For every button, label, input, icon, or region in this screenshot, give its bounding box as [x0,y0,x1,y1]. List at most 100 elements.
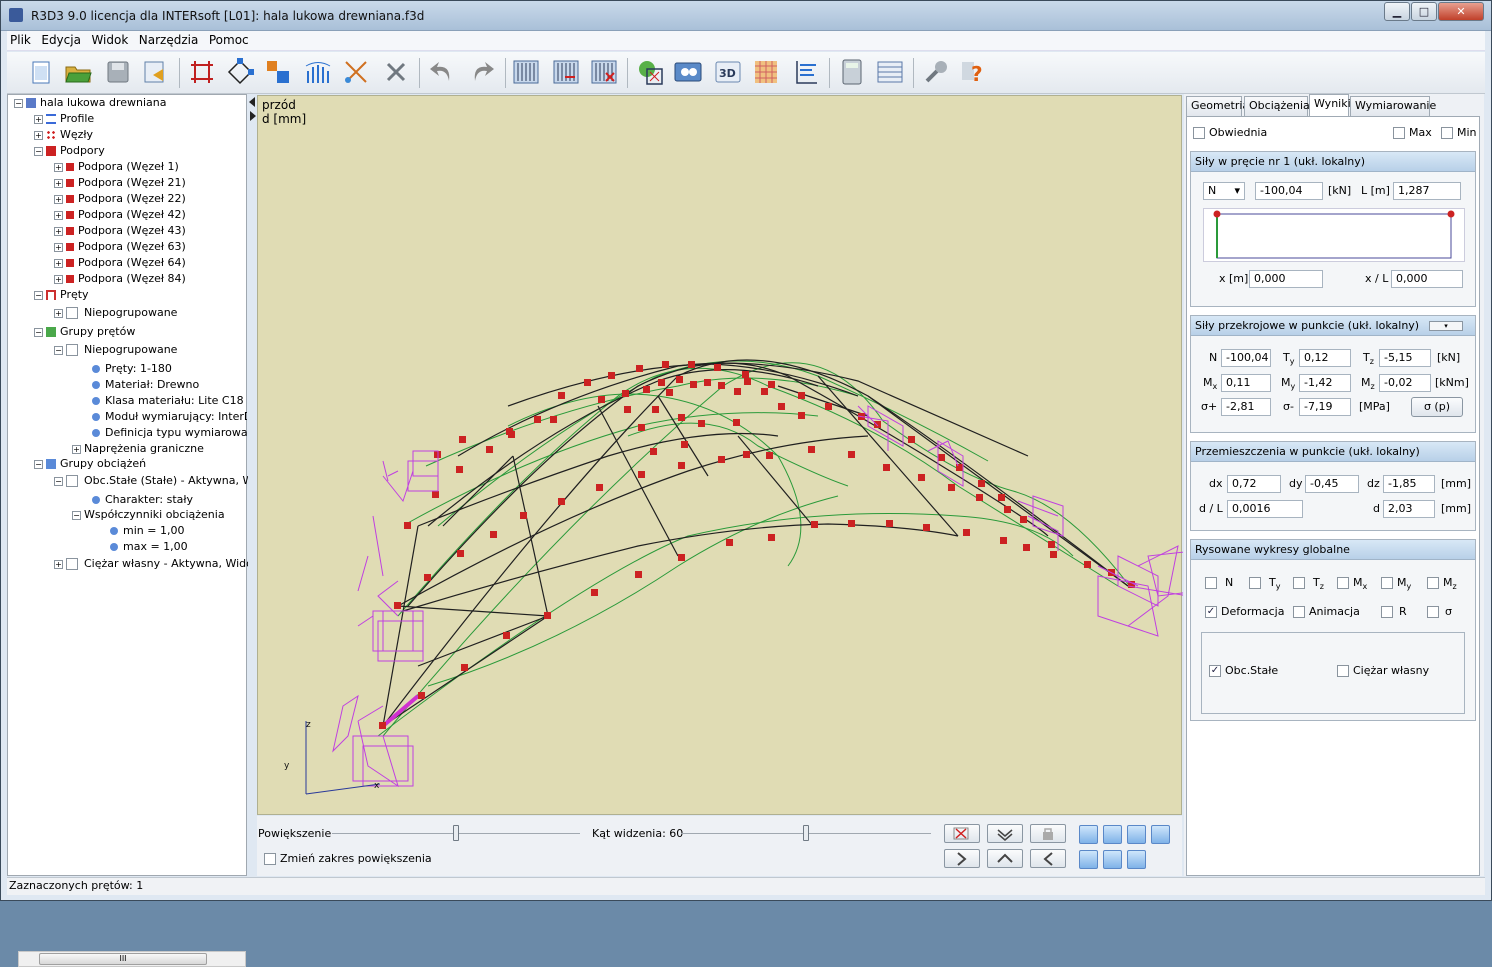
open-icon[interactable] [63,57,93,87]
close-button[interactable]: ✕ [1438,2,1484,21]
tree-profiles[interactable]: + Profile [34,111,94,127]
bar-force-value[interactable]: -100,04 [1255,182,1323,200]
envelope-checkbox[interactable] [1193,127,1205,139]
view-front-button[interactable] [1079,825,1098,844]
sigma-plot-checkbox[interactable] [1427,606,1439,618]
tree-support-item[interactable]: + Podpora (Węzeł 21) [54,175,186,191]
menu-file[interactable]: Plik [7,31,34,49]
tree-support-item[interactable]: + Podpora (Węzeł 63) [54,239,186,255]
dl-value[interactable]: 0,0016 [1227,500,1303,518]
sigma-minus-value[interactable]: -7,19 [1299,398,1351,416]
bars-ungrouped-checkbox[interactable] [66,307,78,319]
scrollbar-thumb[interactable]: III [39,953,207,965]
3d-icon[interactable]: 3D [713,57,743,87]
node-icon[interactable] [225,57,255,87]
tree-support-item[interactable]: + Podpora (Węzeł 43) [54,223,186,239]
tree-support-item[interactable]: + Podpora (Węzeł 1) [54,159,179,175]
3d-viewport[interactable]: przód d [mm] z y x [257,95,1183,815]
cut-icon[interactable] [341,57,371,87]
tree-self-weight[interactable]: +Ciężar własny - Aktywna, Widoczna [54,556,248,572]
tree-root[interactable]: − hala lukowa drewniana [14,95,166,111]
view-top-button[interactable] [1103,825,1122,844]
calculator-icon[interactable] [837,57,867,87]
frame-icon[interactable] [187,57,217,87]
load-icon[interactable] [303,57,333,87]
maximize-button[interactable]: □ [1411,2,1437,21]
sigma-button[interactable]: σ (p) [1411,397,1463,417]
sigma-plus-value[interactable]: -2,81 [1221,398,1271,416]
reset-view-button[interactable] [944,824,980,843]
tree-nodes[interactable]: + Węzły [34,127,93,143]
tree-support-item[interactable]: + Podpora (Węzeł 64) [54,255,186,271]
rotate-left-button[interactable] [1030,849,1066,868]
tab-design[interactable]: Wymiarowanie [1350,96,1436,116]
view-grid-button[interactable] [1127,825,1146,844]
plot-my-checkbox[interactable] [1381,577,1393,589]
menu-help[interactable]: Pomoc [206,31,252,49]
expand-left-icon[interactable] [250,111,256,121]
plot-mx-checkbox[interactable] [1337,577,1349,589]
tree-support-item[interactable]: + Podpora (Węzeł 42) [54,207,186,223]
export-icon[interactable] [141,57,171,87]
section-options-dropdown[interactable]: ▾ [1429,321,1463,331]
tz-value[interactable]: -5,15 [1379,349,1431,367]
view-iso-button[interactable] [1103,850,1122,869]
zoom-slider-thumb[interactable] [453,825,459,841]
rotate-down-button[interactable] [987,824,1023,843]
view-grid-icon[interactable] [511,57,541,87]
tree-support-item[interactable]: + Podpora (Węzeł 84) [54,271,186,287]
self-weight-checkbox[interactable] [66,558,78,570]
force-diagram[interactable] [1203,208,1465,262]
tab-results[interactable]: Wyniki [1309,94,1351,116]
undo-icon[interactable] [427,57,457,87]
menu-view[interactable]: Widok [88,31,131,49]
render-icon[interactable] [673,57,703,87]
tree-load-groups[interactable]: − Grupy obciążeń [34,456,146,472]
tree-bar-groups[interactable]: − Grupy prętów [34,324,135,340]
plot-tz-checkbox[interactable] [1293,577,1305,589]
tree-support-item[interactable]: + Podpora (Węzeł 22) [54,191,186,207]
max-checkbox[interactable] [1393,127,1405,139]
menu-edit[interactable]: Edycja [38,31,84,49]
rotate-right-button[interactable] [944,849,980,868]
tree-supports[interactable]: − Podpory [34,143,105,159]
mx-value[interactable]: 0,11 [1221,374,1271,392]
plot-ty-checkbox[interactable] [1249,577,1261,589]
lock-button[interactable] [1030,824,1066,843]
force-component-select[interactable]: N ▾ [1203,182,1245,200]
menu-tools[interactable]: Narzędzia [136,31,202,49]
tree-group-ungrouped[interactable]: − Niepogrupowane [54,342,177,358]
zoom-range-checkbox[interactable] [264,853,276,865]
dy-value[interactable]: -0,45 [1305,475,1359,493]
tree-load-factors[interactable]: − Współczynniki obciążenia [72,507,225,523]
reactions-checkbox[interactable] [1381,606,1393,618]
minimize-button[interactable]: ▁ [1384,2,1410,21]
mz-value[interactable]: -0,02 [1379,374,1431,392]
view-delete-icon[interactable] [589,57,619,87]
load-const-checkbox[interactable] [66,475,78,487]
animation-checkbox[interactable] [1293,606,1305,618]
save-icon[interactable] [103,57,133,87]
view-side-button[interactable] [1079,850,1098,869]
dz-value[interactable]: -1,85 [1383,475,1435,493]
self-weight-plot-checkbox[interactable] [1337,665,1349,677]
xl-input[interactable]: 0,000 [1391,270,1463,288]
plot-n-checkbox[interactable] [1205,577,1217,589]
help-icon[interactable]: ? [959,57,989,87]
tree-load-const[interactable]: −Obc.Stałe (Stałe) - Aktywna, Widoczna [54,473,248,489]
rotate-up-button[interactable] [987,849,1023,868]
calc-icon[interactable] [635,57,665,87]
d-value[interactable]: 2,03 [1383,500,1435,518]
plot-mz-checkbox[interactable] [1427,577,1439,589]
n-value[interactable]: -100,04 [1221,349,1271,367]
load-const-plot-checkbox[interactable]: ✓ [1209,665,1221,677]
tree-bars-ungrouped[interactable]: + Niepogrupowane [54,305,177,321]
min-checkbox[interactable] [1441,127,1453,139]
dx-value[interactable]: 0,72 [1227,475,1281,493]
collapse-left-icon[interactable] [249,97,255,107]
tree-horizontal-scrollbar[interactable]: III [18,951,246,967]
new-icon[interactable] [27,57,57,87]
copy-icon[interactable] [263,57,293,87]
redo-icon[interactable] [467,57,497,87]
table-icon[interactable] [875,57,905,87]
